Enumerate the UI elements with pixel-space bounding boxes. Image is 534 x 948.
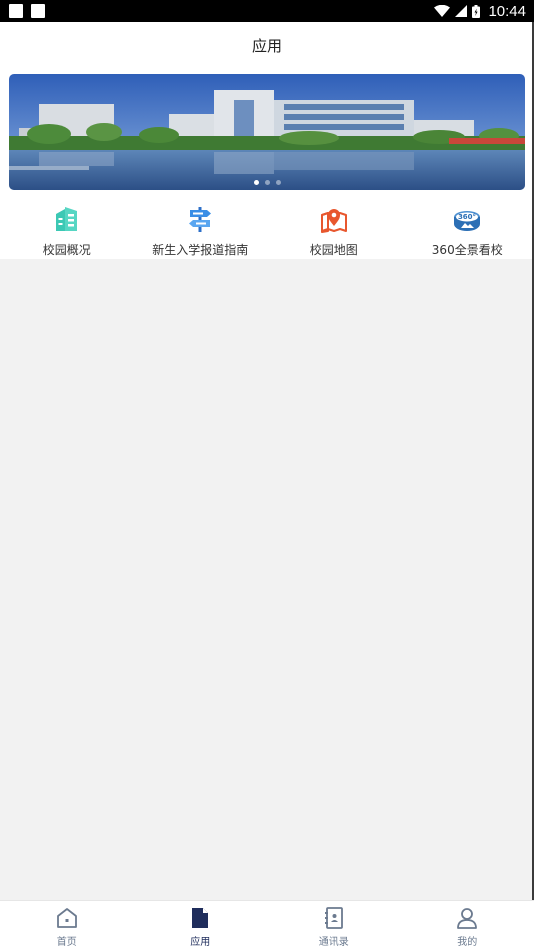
page-title: 应用 xyxy=(251,36,282,55)
status-time: 10:44 xyxy=(488,2,526,20)
tab-profile[interactable]: 我的 xyxy=(401,901,534,948)
bottom-tab-bar: 首页 应用 通讯录 我的 xyxy=(0,900,534,948)
tab-label: 首页 xyxy=(56,937,77,948)
app-label: 校园地图 xyxy=(309,243,358,257)
tab-home[interactable]: 首页 xyxy=(0,901,134,948)
document-icon xyxy=(192,908,209,928)
app-label: 新生入学报道指南 xyxy=(152,243,249,257)
notification-icon xyxy=(31,4,45,18)
carousel-dot[interactable] xyxy=(275,180,281,185)
wifi-icon xyxy=(434,5,451,17)
status-bar: 10:44 xyxy=(0,0,534,22)
app-header: 应用 xyxy=(0,22,534,68)
tab-label: 通讯录 xyxy=(318,937,349,948)
panorama-360-icon: 360° xyxy=(452,204,482,234)
tab-contacts[interactable]: 通讯录 xyxy=(267,901,401,948)
app-grid: 校园概况 新生入学报道指南 校园地图 360° 360全景看校 xyxy=(0,200,534,259)
home-icon xyxy=(56,908,77,928)
map-pin-icon xyxy=(319,204,349,234)
app-label: 校园概况 xyxy=(42,243,91,257)
app-campus-map[interactable]: 校园地图 xyxy=(267,200,401,259)
tab-apps[interactable]: 应用 xyxy=(134,901,268,948)
tab-label: 应用 xyxy=(190,937,211,948)
app-label: 360全景看校 xyxy=(431,243,503,257)
app-freshman-guide[interactable]: 新生入学报道指南 xyxy=(134,200,268,259)
signpost-icon xyxy=(185,204,215,234)
svg-text:360°: 360° xyxy=(458,213,476,221)
campus-building-photo xyxy=(9,74,525,190)
app-panorama-360[interactable]: 360° 360全景看校 xyxy=(401,200,534,259)
contacts-icon xyxy=(324,907,343,929)
tab-label: 我的 xyxy=(457,937,478,948)
carousel-dot[interactable] xyxy=(253,180,259,185)
building-icon xyxy=(52,204,82,234)
user-icon xyxy=(457,908,478,929)
notification-icon xyxy=(9,4,23,18)
battery-icon xyxy=(472,4,481,18)
cell-signal-icon xyxy=(455,5,468,17)
carousel-indicator xyxy=(9,180,525,185)
app-campus-overview[interactable]: 校园概况 xyxy=(0,200,134,259)
carousel-dot[interactable] xyxy=(264,180,270,185)
banner-carousel[interactable] xyxy=(9,74,525,190)
